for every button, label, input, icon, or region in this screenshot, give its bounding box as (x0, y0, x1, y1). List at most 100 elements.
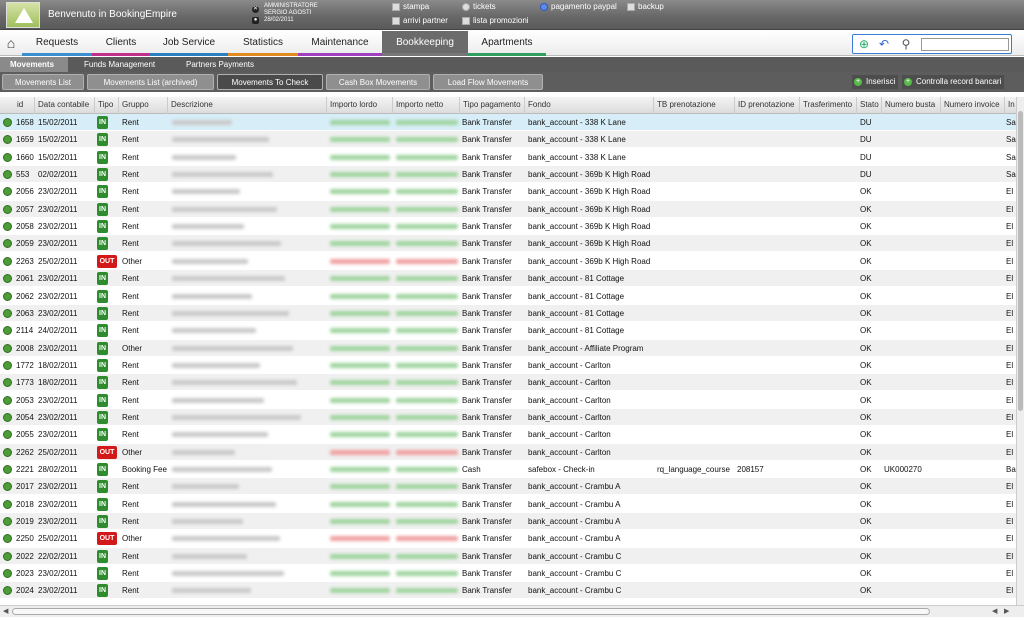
subtab-partners-payments[interactable]: Partners Payments (176, 57, 264, 72)
table-row[interactable]: 2061 23/02/2011 IN Rent Bank Transfer bank_ac… (0, 270, 1016, 288)
table-row[interactable]: 2221 28/02/2011 IN Booking Fee Cash safebox -… (0, 461, 1016, 478)
row-action-icon[interactable] (3, 152, 12, 162)
tickets-link[interactable]: tickets (462, 2, 496, 11)
row-action-icon[interactable] (3, 395, 12, 405)
tab-bookkeeping[interactable]: Bookkeeping (382, 31, 468, 56)
table-row[interactable]: 2054 23/02/2011 IN Rent Bank Transfer bank_ac… (0, 408, 1016, 426)
row-action-icon[interactable] (3, 569, 12, 579)
table-row[interactable]: 1659 15/02/2011 IN Rent Bank Transfer bank_ac… (0, 131, 1016, 149)
table-row[interactable]: 2053 23/02/2011 IN Rent Bank Transfer bank_ac… (0, 392, 1016, 409)
horizontal-scrollbar[interactable]: ◀ ◀ ▶ (0, 605, 1024, 617)
row-action-icon[interactable] (3, 256, 12, 266)
column-header[interactable]: Fondo (525, 97, 654, 114)
table-row[interactable]: 2018 23/02/2011 IN Rent Bank Transfer bank_ac… (0, 496, 1016, 513)
row-action-icon[interactable] (3, 170, 12, 180)
row-action-icon[interactable] (3, 291, 12, 301)
column-header[interactable]: Data contabile (35, 97, 95, 114)
table-row[interactable]: 1660 15/02/2011 IN Rent Bank Transfer bank_ac… (0, 149, 1016, 166)
column-header[interactable]: ID prenotazione (735, 97, 800, 114)
paypal-link[interactable]: pagamento paypal (540, 2, 617, 11)
row-action-icon[interactable] (3, 343, 12, 353)
horizontal-scroll-thumb[interactable] (12, 608, 930, 615)
column-header[interactable]: Descrizione (168, 97, 327, 114)
table-row[interactable]: 553 02/02/2011 IN Rent Bank Transfer bank_acc… (0, 166, 1016, 184)
table-row[interactable]: 2059 23/02/2011 IN Rent Bank Transfer bank_ac… (0, 235, 1016, 253)
row-action-icon[interactable] (3, 308, 12, 318)
table-row[interactable]: 2056 23/02/2011 IN Rent Bank Transfer bank_ac… (0, 183, 1016, 201)
vertical-scrollbar[interactable] (1016, 97, 1024, 605)
row-action-icon[interactable] (3, 274, 12, 284)
table-row[interactable]: 2019 23/02/2011 IN Rent Bank Transfer bank_ac… (0, 513, 1016, 531)
row-action-icon[interactable] (3, 482, 12, 492)
scroll-right-icon[interactable]: ▶ (1004, 607, 1009, 615)
table-row[interactable]: 2262 25/02/2011 OUT Other Bank Transfer bank_… (0, 443, 1016, 461)
backup-link[interactable]: backup (627, 2, 664, 11)
tab-statistics[interactable]: Statistics (228, 31, 298, 56)
partner-arrivals-link[interactable]: arrivi partner (392, 16, 448, 25)
table-row[interactable]: 2057 23/02/2011 IN Rent Bank Transfer bank_ac… (0, 200, 1016, 218)
tab-requests[interactable]: Requests (22, 31, 92, 56)
row-action-icon[interactable] (3, 239, 12, 249)
subtab-movements-list[interactable]: Movements List (2, 74, 84, 90)
insert-button[interactable]: + Inserisci (852, 75, 899, 89)
tab-maintenance[interactable]: Maintenance (298, 31, 382, 56)
table-row[interactable]: 2250 25/02/2011 OUT Other Bank Transfer bank_… (0, 530, 1016, 548)
column-header[interactable]: Tipo pagamento (460, 97, 525, 114)
column-header[interactable]: Numero invoice (941, 97, 1005, 114)
row-action-icon[interactable] (3, 517, 12, 527)
promotions-link[interactable]: lista promozioni (462, 16, 529, 25)
row-action-icon[interactable] (3, 499, 12, 509)
table-row[interactable]: 2022 22/02/2011 IN Rent Bank Transfer bank_ac… (0, 547, 1016, 565)
row-action-icon[interactable] (3, 378, 12, 388)
row-action-icon[interactable] (3, 118, 12, 127)
row-action-icon[interactable] (3, 204, 12, 214)
column-header[interactable]: In (1005, 97, 1016, 114)
column-header[interactable]: Gruppo (119, 97, 168, 114)
vertical-scroll-thumb[interactable] (1018, 111, 1023, 411)
table-row[interactable]: 2114 24/02/2011 IN Rent Bank Transfer bank_ac… (0, 322, 1016, 340)
row-action-icon[interactable] (3, 534, 12, 544)
row-action-icon[interactable] (3, 187, 12, 197)
scroll-left-icon[interactable]: ◀ (3, 607, 8, 615)
row-action-icon[interactable] (3, 412, 12, 422)
search-icon[interactable]: ⚲ (899, 37, 913, 51)
row-action-icon[interactable] (3, 586, 12, 596)
tab-clients[interactable]: Clients (92, 31, 150, 56)
table-row[interactable]: 2024 23/02/2011 IN Rent Bank Transfer bank_ac… (0, 582, 1016, 600)
tab-job-service[interactable]: Job Service (150, 31, 228, 56)
row-action-icon[interactable] (3, 135, 12, 145)
print-link[interactable]: stampa (392, 2, 429, 11)
subtab-movements-list-archived[interactable]: Movements List (archived) (87, 74, 214, 90)
undo-icon[interactable]: ↶ (877, 37, 891, 51)
row-action-icon[interactable] (3, 222, 12, 232)
home-icon[interactable]: ⌂ (2, 34, 20, 52)
row-action-icon[interactable] (3, 360, 12, 370)
table-row[interactable]: 2063 23/02/2011 IN Rent Bank Transfer bank_ac… (0, 304, 1016, 322)
add-search-icon[interactable]: ⊕ (857, 37, 871, 51)
column-header[interactable]: Tipo (95, 97, 119, 114)
column-header[interactable]: Importo netto (393, 97, 460, 114)
table-row[interactable]: 1773 18/02/2011 IN Rent Bank Transfer bank_ac… (0, 374, 1016, 392)
subtab-load-flow-movements[interactable]: Load Flow Movements (433, 74, 543, 90)
tab-apartments[interactable]: Apartments (468, 31, 546, 56)
subtab-movements-to-check[interactable]: Movements To Check (217, 74, 323, 90)
row-action-icon[interactable] (3, 326, 12, 336)
column-header[interactable]: id (14, 97, 35, 114)
row-action-icon[interactable] (3, 551, 12, 561)
subtab-cash-box-movements[interactable]: Cash Box Movements (326, 74, 430, 90)
table-row[interactable]: 2008 23/02/2011 IN Other Bank Transfer bank_a… (0, 339, 1016, 357)
scroll-left-icon[interactable]: ◀ (992, 607, 997, 615)
row-action-icon[interactable] (3, 430, 12, 440)
table-row[interactable]: 2055 23/02/2011 IN Rent Bank Transfer bank_ac… (0, 426, 1016, 444)
column-header[interactable]: TB prenotazione (654, 97, 735, 114)
table-row[interactable]: 1772 18/02/2011 IN Rent Bank Transfer bank_ac… (0, 357, 1016, 374)
check-bank-records-button[interactable]: + Controlla record bancari (902, 75, 1005, 89)
table-row[interactable]: 2263 25/02/2011 OUT Other Bank Transfer bank_… (0, 253, 1016, 270)
column-header[interactable]: Importo lordo (327, 97, 393, 114)
subtab-movements[interactable]: Movements (0, 57, 68, 72)
subtab-funds-management[interactable]: Funds Management (74, 57, 165, 72)
table-row[interactable]: 2023 23/02/2011 IN Rent Bank Transfer bank_ac… (0, 565, 1016, 583)
row-action-icon[interactable] (3, 447, 12, 457)
table-row[interactable]: 2017 23/02/2011 IN Rent Bank Transfer bank_ac… (0, 478, 1016, 496)
table-row[interactable]: 1658 15/02/2011 IN Rent Bank Transfer bank_ac… (0, 114, 1016, 131)
